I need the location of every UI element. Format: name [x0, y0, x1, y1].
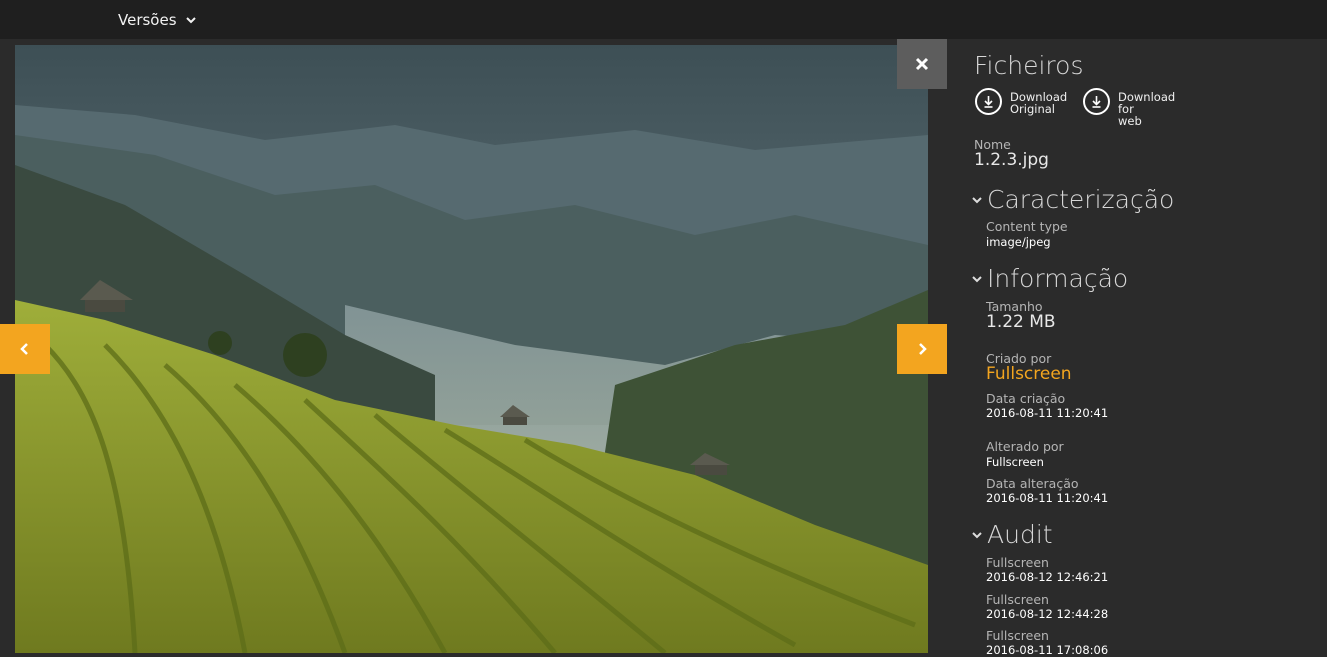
- next-image-button[interactable]: [897, 324, 947, 374]
- audit-entry-user: Fullscreen: [986, 555, 1049, 570]
- audit-entry-user: Fullscreen: [986, 628, 1049, 643]
- section-characterization[interactable]: Caracterização: [972, 185, 1174, 214]
- landscape-photo: [15, 45, 928, 653]
- chevron-right-icon: [919, 343, 927, 355]
- close-icon: [915, 57, 929, 71]
- information-title: Informação: [987, 264, 1129, 293]
- previous-image-button[interactable]: [0, 324, 50, 374]
- file-name: 1.2.3.jpg: [974, 150, 1049, 170]
- chevron-left-icon: [20, 343, 28, 355]
- audit-entry-date: 2016-08-12 12:44:28: [986, 607, 1109, 621]
- audit-entry-date: 2016-08-12 12:46:21: [986, 570, 1109, 584]
- modified-date-value: 2016-08-11 11:20:41: [986, 491, 1109, 505]
- download-web-button[interactable]: Download for web: [1083, 88, 1178, 127]
- download-original-button[interactable]: Download Original: [975, 88, 1067, 115]
- download-original-label: Download Original: [1010, 90, 1068, 116]
- modified-by-value: Fullscreen: [986, 455, 1044, 469]
- download-web-label: Download for web: [1118, 90, 1176, 128]
- modified-by-label: Alterado por: [986, 439, 1064, 454]
- chevron-down-icon: [972, 275, 982, 282]
- section-audit[interactable]: Audit: [972, 520, 1053, 549]
- created-date-value: 2016-08-11 11:20:41: [986, 406, 1109, 420]
- close-button[interactable]: [897, 39, 947, 89]
- content-type-value: image/jpeg: [986, 235, 1051, 249]
- audit-entry-date: 2016-08-11 17:08:06: [986, 643, 1109, 657]
- versions-dropdown[interactable]: Versões: [118, 11, 197, 29]
- download-icon: [975, 88, 1002, 115]
- versions-label: Versões: [118, 11, 177, 29]
- download-icon: [1083, 88, 1110, 115]
- panel-title: Ficheiros: [974, 51, 1084, 80]
- created-by-link[interactable]: Fullscreen: [986, 364, 1072, 384]
- file-details-panel: Ficheiros Download Original Download for…: [947, 39, 1327, 657]
- chevron-down-icon: [972, 196, 982, 203]
- image-viewer[interactable]: [15, 45, 928, 653]
- modified-date-label: Data alteração: [986, 476, 1079, 491]
- audit-entry-user: Fullscreen: [986, 592, 1049, 607]
- characterization-title: Caracterização: [987, 185, 1175, 214]
- top-bar: Versões: [0, 0, 1327, 39]
- created-date-label: Data criação: [986, 391, 1066, 406]
- content-type-label: Content type: [986, 219, 1068, 234]
- audit-title: Audit: [987, 520, 1053, 549]
- chevron-down-icon: [185, 17, 196, 24]
- size-value: 1.22 MB: [986, 312, 1056, 332]
- section-information[interactable]: Informação: [972, 264, 1128, 293]
- chevron-down-icon: [972, 531, 982, 538]
